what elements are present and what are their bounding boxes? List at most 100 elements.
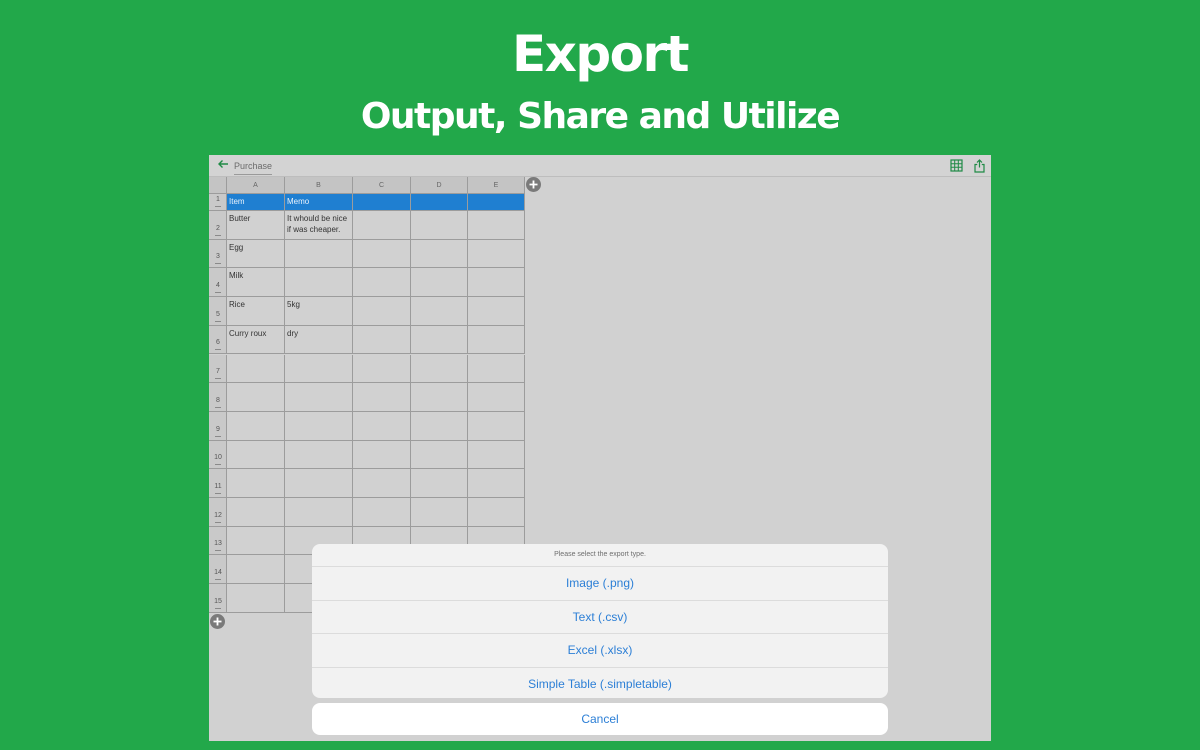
table-cell[interactable] xyxy=(468,498,525,527)
grid-icon[interactable] xyxy=(950,159,963,172)
add-row-button[interactable] xyxy=(210,614,225,629)
table-cell[interactable] xyxy=(411,297,468,326)
table-cell[interactable] xyxy=(411,325,468,355)
table-cell[interactable] xyxy=(285,383,353,412)
export-xlsx-option[interactable]: Excel (.xlsx) xyxy=(312,634,888,668)
column-header-c[interactable]: C xyxy=(353,177,411,194)
column-header-b[interactable]: B xyxy=(285,177,353,194)
table-cell[interactable] xyxy=(468,297,525,326)
table-cell[interactable] xyxy=(353,268,411,298)
table-cell[interactable] xyxy=(285,469,353,498)
table-cell[interactable] xyxy=(411,411,468,441)
row-number: 4 xyxy=(216,282,220,290)
table-cell[interactable]: Butter xyxy=(227,211,285,240)
table-cell[interactable] xyxy=(227,411,285,441)
table-cell[interactable] xyxy=(411,354,468,384)
table-cell[interactable] xyxy=(353,469,411,498)
row-header[interactable]: 10 xyxy=(209,440,227,470)
table-cell[interactable] xyxy=(353,498,411,527)
table-cell[interactable] xyxy=(468,411,525,441)
table-cell[interactable] xyxy=(227,555,285,585)
row-header[interactable]: 14 xyxy=(209,555,227,585)
row-header[interactable]: 4 xyxy=(209,268,227,298)
table-cell[interactable] xyxy=(285,354,353,384)
row-header[interactable]: 13 xyxy=(209,526,227,556)
table-cell[interactable] xyxy=(468,325,525,355)
row-header[interactable]: 9 xyxy=(209,411,227,441)
table-cell[interactable]: Egg xyxy=(227,239,285,269)
arrow-left-icon[interactable] xyxy=(217,158,231,172)
table-cell[interactable] xyxy=(227,526,285,556)
column-header-a[interactable]: A xyxy=(227,177,285,194)
table-cell[interactable] xyxy=(353,411,411,441)
row-handle xyxy=(215,550,221,552)
table-cell[interactable] xyxy=(411,469,468,498)
table-cell[interactable] xyxy=(227,584,285,613)
row-header[interactable]: 5 xyxy=(209,297,227,326)
row-header[interactable]: 11 xyxy=(209,469,227,498)
row-handle xyxy=(215,349,221,351)
table-cell[interactable] xyxy=(285,411,353,441)
table-cell[interactable] xyxy=(285,268,353,298)
table-cell[interactable] xyxy=(353,239,411,269)
table-cell[interactable]: Memo xyxy=(285,194,353,211)
table-cell[interactable] xyxy=(227,498,285,527)
row-header[interactable]: 15 xyxy=(209,584,227,613)
table-cell[interactable] xyxy=(468,354,525,384)
table-cell[interactable]: Milk xyxy=(227,268,285,298)
table-cell[interactable] xyxy=(227,469,285,498)
table-cell[interactable]: dry xyxy=(285,325,353,355)
table-cell[interactable] xyxy=(411,194,468,211)
table-cell[interactable] xyxy=(227,440,285,470)
table-cell[interactable] xyxy=(353,194,411,211)
column-header-e[interactable]: E xyxy=(468,177,525,194)
export-png-option[interactable]: Image (.png) xyxy=(312,567,888,601)
table-cell[interactable] xyxy=(227,354,285,384)
table-cell[interactable]: Item xyxy=(227,194,285,211)
table-cell[interactable] xyxy=(411,268,468,298)
row-header[interactable]: 3 xyxy=(209,239,227,269)
table-cell[interactable] xyxy=(353,383,411,412)
table-cell[interactable] xyxy=(285,239,353,269)
row-header[interactable]: 1 xyxy=(209,194,227,211)
table-cell[interactable] xyxy=(468,211,525,240)
row-header[interactable]: 12 xyxy=(209,498,227,527)
table-cell[interactable]: 5kg xyxy=(285,297,353,326)
table-cell[interactable] xyxy=(468,469,525,498)
table-cell[interactable] xyxy=(353,211,411,240)
table-cell[interactable] xyxy=(353,354,411,384)
column-header-d[interactable]: D xyxy=(411,177,468,194)
row-header[interactable]: 7 xyxy=(209,354,227,384)
table-cell[interactable] xyxy=(353,297,411,326)
document-title[interactable]: Purchase xyxy=(234,160,273,175)
row-handle xyxy=(215,607,221,609)
table-cell[interactable] xyxy=(411,440,468,470)
row-header[interactable]: 8 xyxy=(209,383,227,412)
table-row: 10 xyxy=(209,440,525,470)
table-cell[interactable] xyxy=(353,440,411,470)
table-row: 3 Egg xyxy=(209,239,525,269)
table-cell[interactable] xyxy=(227,383,285,412)
row-header[interactable]: 2 xyxy=(209,211,227,240)
table-cell[interactable] xyxy=(468,383,525,412)
table-cell[interactable] xyxy=(353,325,411,355)
table-cell[interactable] xyxy=(468,239,525,269)
export-simpletable-option[interactable]: Simple Table (.simpletable) xyxy=(312,668,888,699)
share-icon[interactable] xyxy=(973,159,986,173)
export-csv-option[interactable]: Text (.csv) xyxy=(312,601,888,634)
table-cell[interactable] xyxy=(411,383,468,412)
table-cell[interactable] xyxy=(285,440,353,470)
table-cell[interactable] xyxy=(411,239,468,269)
table-cell[interactable]: It whould be nice if was cheaper. xyxy=(285,211,353,240)
table-cell[interactable]: Rice xyxy=(227,297,285,326)
table-cell[interactable] xyxy=(468,440,525,470)
table-cell[interactable] xyxy=(468,194,525,211)
table-cell[interactable] xyxy=(468,268,525,298)
table-cell[interactable] xyxy=(411,498,468,527)
cancel-button[interactable]: Cancel xyxy=(312,703,888,735)
table-cell[interactable] xyxy=(411,211,468,240)
table-cell[interactable]: Curry roux xyxy=(227,325,285,355)
row-header[interactable]: 6 xyxy=(209,325,227,355)
table-cell[interactable] xyxy=(285,498,353,527)
add-column-button[interactable] xyxy=(526,177,541,192)
